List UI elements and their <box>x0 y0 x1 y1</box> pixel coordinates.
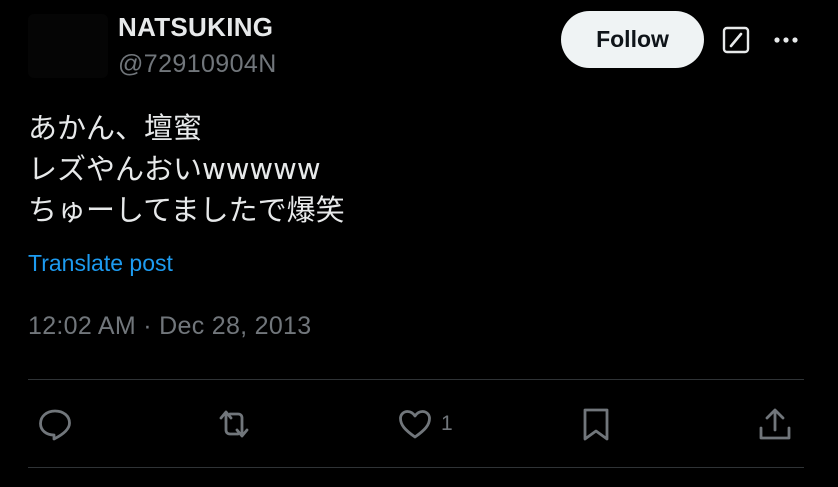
tweet-timestamp[interactable]: 12:02 AM · Dec 28, 2013 <box>28 312 311 341</box>
reply-icon <box>39 409 71 441</box>
retweet-button[interactable] <box>216 404 252 444</box>
share-button[interactable] <box>757 404 793 444</box>
like-count: 1 <box>441 412 453 435</box>
author-name[interactable]: NATSUKING <box>118 12 273 43</box>
divider-bottom <box>28 467 804 468</box>
tweet-line: ちゅーしてましたで爆笑 <box>28 193 345 227</box>
share-icon <box>759 408 791 440</box>
follow-button[interactable]: Follow <box>561 11 704 68</box>
more-icon[interactable] <box>770 24 802 56</box>
tweet-text: あかん、壇蜜 レズやんおいwwwww ちゅーしてましたで爆笑 <box>28 108 808 231</box>
bookmark-button[interactable] <box>578 404 614 444</box>
divider-top <box>28 379 804 380</box>
like-button[interactable]: 1 <box>397 404 453 444</box>
reply-button[interactable] <box>37 404 73 444</box>
tweet-line: あかん、壇蜜 <box>28 111 203 145</box>
bookmark-icon <box>583 408 609 441</box>
grok-icon[interactable] <box>721 25 751 55</box>
like-icon <box>399 410 431 439</box>
translate-post-link[interactable]: Translate post <box>28 250 173 277</box>
avatar[interactable] <box>28 14 108 78</box>
author-handle[interactable]: @72910904N <box>118 50 277 79</box>
tweet-line: レズやんおいwwwww <box>28 152 321 186</box>
retweet-icon <box>219 410 249 438</box>
